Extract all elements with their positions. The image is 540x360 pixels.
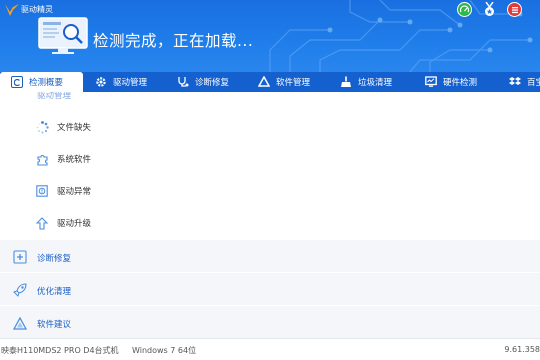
app-logo-icon (5, 4, 19, 16)
puzzle-icon (35, 152, 49, 166)
list-item-label: 驱动升级 (57, 219, 92, 229)
os-version: Windows 7 64位 (132, 346, 197, 355)
device-model: 映泰H110MDS2 PRO D4台式机 (1, 346, 119, 355)
list-item-driver-upgrade[interactable]: 驱动升级 (0, 207, 540, 239)
software-icon (258, 76, 270, 88)
list-item-system-software[interactable]: 系统软件 (0, 143, 540, 175)
rocket-icon (12, 283, 27, 297)
tab-diagnosis-repair[interactable]: 诊断修复 (166, 72, 249, 92)
main-tab-bar: 检测概要 驱动管理 诊断修复 软件管理 垃圾清理 硬件检测 百宝 (0, 72, 540, 92)
menu-icon[interactable] (507, 2, 522, 17)
driver-management-section: 驱动管理 文件缺失 系统软件 驱动异常 驱动升级 (0, 92, 540, 239)
list-item-label: 文件缺失 (57, 123, 92, 133)
list-item-label: 驱动异常 (57, 187, 92, 197)
tab-hardware-detection[interactable]: 硬件检测 (416, 72, 500, 92)
stethoscope-icon (177, 76, 189, 88)
list-item-label: 系统软件 (57, 155, 92, 165)
tab-label: 垃圾清理 (358, 78, 393, 88)
category-label: 优化清理 (37, 287, 72, 297)
header-banner: 驱动精灵 检测完成，正在加载... (0, 0, 540, 72)
monitor-icon (425, 76, 437, 88)
category-label: 诊断修复 (37, 254, 72, 264)
status-bar: 映泰H110MDS2 PRO D4台式机 Windows 7 64位 9.61.… (0, 338, 540, 360)
tab-label: 驱动管理 (113, 78, 148, 88)
scan-results-panel: 驱动管理 文件缺失 系统软件 驱动异常 驱动升级 诊断修复 优化清理 软件建议 (0, 92, 540, 338)
speed-boost-icon[interactable] (457, 2, 472, 17)
software-triangle-icon (12, 316, 27, 330)
tab-software-management[interactable]: 软件管理 (249, 72, 332, 92)
diagnosis-icon (12, 250, 27, 264)
summary-icon (11, 76, 23, 88)
upgrade-arrow-icon (35, 216, 49, 230)
loading-spinner-icon (35, 120, 49, 134)
tab-label: 检测概要 (29, 78, 64, 88)
tab-toolbox[interactable]: 百宝 (500, 72, 540, 92)
scan-status-title: 检测完成，正在加载... (93, 32, 254, 50)
tab-summary[interactable]: 检测概要 (0, 72, 83, 92)
category-software-suggestion[interactable]: 软件建议 (0, 305, 540, 338)
tab-junk-cleanup[interactable]: 垃圾清理 (332, 72, 416, 92)
list-item-driver-abnormal[interactable]: 驱动异常 (0, 175, 540, 207)
category-optimize-cleanup[interactable]: 优化清理 (0, 272, 540, 305)
app-version: 9.61.358 (504, 345, 540, 354)
list-item-file-missing[interactable]: 文件缺失 (0, 111, 540, 143)
app-title: 驱动精灵 (21, 5, 53, 14)
tab-driver-management[interactable]: 驱动管理 (83, 72, 166, 92)
section-title-driver-management: 驱动管理 (37, 92, 72, 101)
broom-icon (340, 76, 352, 88)
gear-icon (95, 76, 107, 88)
tab-label: 百宝 (527, 78, 540, 88)
category-diagnosis-repair[interactable]: 诊断修复 (0, 239, 540, 272)
dropbox-icon (509, 76, 521, 88)
category-label: 软件建议 (37, 320, 72, 330)
tab-label: 硬件检测 (443, 78, 478, 88)
tab-label: 诊断修复 (195, 78, 230, 88)
tab-label: 软件管理 (276, 78, 311, 88)
warning-box-icon (35, 184, 49, 198)
medal-icon[interactable] (482, 2, 497, 17)
monitor-scan-icon (38, 17, 88, 54)
